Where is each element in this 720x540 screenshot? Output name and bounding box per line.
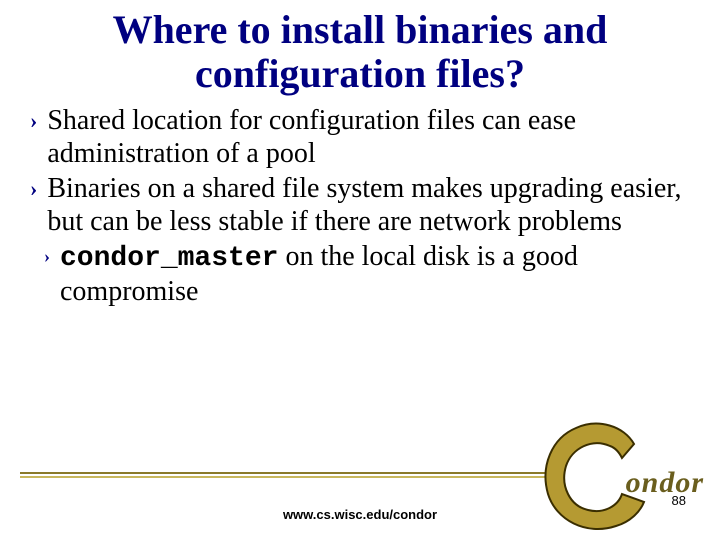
chevron-icon: › (30, 108, 37, 134)
logo-text: ondor (626, 466, 704, 500)
page-number: 88 (672, 493, 686, 508)
bullet-text: Binaries on a shared file system makes u… (47, 172, 690, 238)
bullet-text: Shared location for configuration files … (47, 104, 690, 170)
sub-bullet-item: › condor_master on the local disk is a g… (44, 240, 690, 308)
chevron-icon: › (30, 176, 37, 202)
code-text: condor_master (60, 243, 278, 274)
slide-title: Where to install binaries and configurat… (0, 0, 720, 96)
footer-url: www.cs.wisc.edu/condor (0, 507, 720, 522)
slide-content: › Shared location for configuration file… (0, 96, 720, 308)
chevron-icon: › (44, 246, 50, 267)
bullet-item: › Binaries on a shared file system makes… (30, 172, 690, 238)
divider (20, 472, 560, 478)
bullet-item: › Shared location for configuration file… (30, 104, 690, 170)
sub-bullet-text: condor_master on the local disk is a goo… (60, 240, 690, 308)
